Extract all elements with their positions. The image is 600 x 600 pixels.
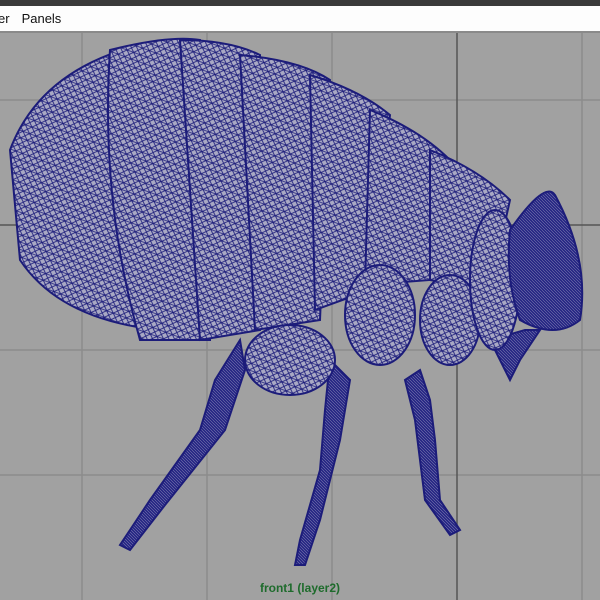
camera-label: front1 (layer2) — [260, 581, 340, 595]
flea-wireframe[interactable] — [8, 37, 584, 566]
menu-panels[interactable]: Panels — [16, 11, 68, 26]
panel-menubar: er Panels — [0, 6, 600, 33]
front-viewport[interactable]: front1 (layer2) — [0, 33, 600, 600]
head — [507, 190, 584, 331]
menu-renderer[interactable]: er — [0, 11, 16, 26]
